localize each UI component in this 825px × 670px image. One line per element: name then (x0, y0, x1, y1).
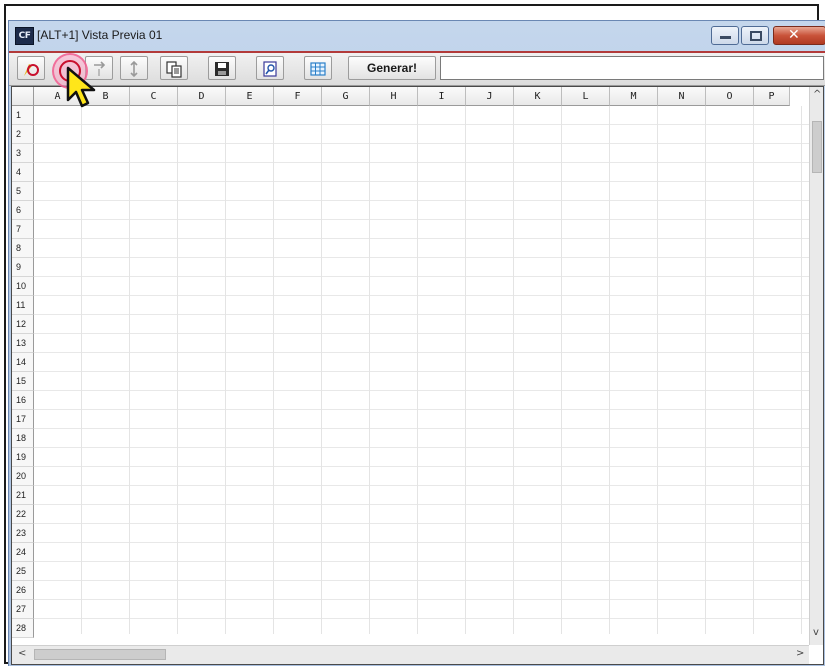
minimize-button[interactable] (711, 26, 739, 45)
column-header[interactable]: O (706, 87, 754, 106)
row-header[interactable]: 22 (12, 505, 34, 524)
vertical-scroll-thumb[interactable] (812, 121, 822, 173)
sort-updown-button[interactable] (120, 56, 148, 80)
mouse-cursor-icon (66, 66, 96, 108)
toolbar: Generar! (9, 53, 825, 86)
row-header[interactable]: 16 (12, 391, 34, 410)
select-all-corner[interactable] (12, 87, 34, 106)
row-header[interactable]: 7 (12, 220, 34, 239)
row-header[interactable]: 4 (12, 163, 34, 182)
column-header[interactable]: E (226, 87, 274, 106)
generar-input[interactable] (440, 56, 824, 80)
row-header[interactable]: 9 (12, 258, 34, 277)
scroll-right-icon[interactable]: > (796, 648, 804, 659)
column-header[interactable]: N (658, 87, 706, 106)
maximize-icon (750, 31, 762, 41)
row-header[interactable]: 27 (12, 600, 34, 619)
horizontal-scroll-thumb[interactable] (34, 649, 166, 660)
row-header[interactable]: 11 (12, 296, 34, 315)
maximize-button[interactable] (741, 26, 769, 45)
row-header[interactable]: 24 (12, 543, 34, 562)
scroll-left-icon[interactable]: < (18, 648, 26, 659)
app-icon: CF (15, 27, 34, 45)
column-header[interactable]: M (610, 87, 658, 106)
column-header[interactable]: I (418, 87, 466, 106)
title-bar[interactable]: CF [ALT+1] Vista Previa 01 ✕ (9, 21, 825, 51)
row-header[interactable]: 19 (12, 448, 34, 467)
row-header[interactable]: 3 (12, 144, 34, 163)
close-icon: ✕ (788, 27, 800, 43)
row-header[interactable]: 14 (12, 353, 34, 372)
column-header[interactable]: J (466, 87, 514, 106)
column-header[interactable]: D (178, 87, 226, 106)
row-header[interactable]: 18 (12, 429, 34, 448)
row-header[interactable]: 23 (12, 524, 34, 543)
row-header[interactable]: 26 (12, 581, 34, 600)
column-header[interactable]: G (322, 87, 370, 106)
row-header[interactable]: 12 (12, 315, 34, 334)
cancel-button[interactable] (17, 56, 45, 80)
copy-button[interactable] (160, 56, 188, 80)
copy-icon (166, 61, 182, 78)
generar-button[interactable]: Generar! (348, 56, 436, 80)
preview-button[interactable] (256, 56, 284, 80)
grid-icon (310, 62, 326, 76)
row-header[interactable]: 15 (12, 372, 34, 391)
row-header[interactable]: 13 (12, 334, 34, 353)
row-header[interactable]: 8 (12, 239, 34, 258)
close-button[interactable]: ✕ (773, 26, 825, 45)
vertical-scrollbar[interactable]: ^ v (809, 87, 823, 645)
scroll-up-icon[interactable]: ^ (813, 89, 821, 100)
row-header[interactable]: 28 (12, 619, 34, 638)
row-header[interactable]: 20 (12, 467, 34, 486)
row-header[interactable]: 10 (12, 277, 34, 296)
row-header[interactable]: 2 (12, 125, 34, 144)
row-header[interactable]: 17 (12, 410, 34, 429)
spreadsheet-grid: ABCDEFGHIJKLMNOP 1 2 3 4 5 6 7 8 9 10 11 12 13 14 15 16… (11, 86, 824, 665)
grid-button[interactable] (304, 56, 332, 80)
column-header[interactable]: P (754, 87, 790, 106)
cancel-icon (24, 64, 39, 76)
column-header[interactable]: C (130, 87, 178, 106)
row-header[interactable]: 25 (12, 562, 34, 581)
column-header[interactable]: L (562, 87, 610, 106)
preview-icon (263, 61, 277, 77)
minimize-icon (720, 36, 731, 39)
row-header[interactable]: 21 (12, 486, 34, 505)
window-title: [ALT+1] Vista Previa 01 (37, 28, 163, 42)
row-header[interactable]: 1 (12, 106, 34, 125)
column-header[interactable]: K (514, 87, 562, 106)
save-icon (215, 62, 229, 76)
horizontal-scrollbar[interactable]: < > (12, 645, 809, 664)
cell-area[interactable] (34, 106, 810, 634)
preview-window: CF [ALT+1] Vista Previa 01 ✕ Generar! A … (8, 20, 825, 666)
column-header[interactable]: H (370, 87, 418, 106)
sort-updown-icon (130, 60, 138, 78)
column-header[interactable]: F (274, 87, 322, 106)
save-button[interactable] (208, 56, 236, 80)
row-header[interactable]: 5 (12, 182, 34, 201)
scroll-down-icon[interactable]: v (813, 627, 819, 638)
row-header[interactable]: 6 (12, 201, 34, 220)
